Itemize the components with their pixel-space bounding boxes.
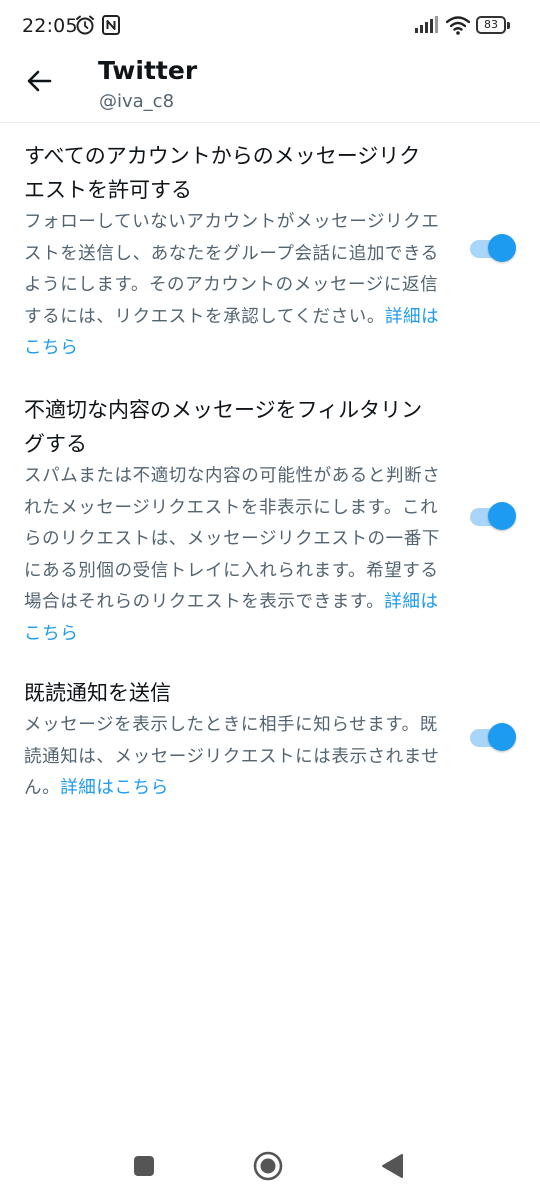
setting-description: スパムまたは不適切な内容の可能性があると判断されたメッセージリクエストを非表示に…: [24, 461, 442, 650]
setting-read-receipts: 既読通知を送信 メッセージを表示したときに相手に知らせます。既読通知は、メッセー…: [24, 676, 516, 805]
status-bar: 22:05 83: [0, 0, 540, 52]
battery-tip: [507, 22, 510, 29]
battery-icon: 83: [476, 16, 506, 34]
setting-allow-message-requests: すべてのアカウントからのメッセージリクエストを許可する フォローしていないアカウ…: [24, 139, 516, 365]
setting-description-text: スパムまたは不適切な内容の可能性があると判断されたメッセージリクエストを非表示に…: [24, 466, 441, 612]
setting-description: フォローしていないアカウントがメッセージリクエストを送信し、あなたをグループ会話…: [24, 207, 442, 365]
learn-more-link[interactable]: 詳細はこちら: [60, 778, 169, 798]
app-header: Twitter @iva_c8: [0, 52, 540, 122]
home-button[interactable]: [250, 1150, 286, 1186]
back-triangle-icon: [380, 1153, 404, 1183]
navigation-bar: [0, 1136, 540, 1200]
setting-description: メッセージを表示したときに相手に知らせます。既読通知は、メッセージリクエストには…: [24, 710, 442, 805]
header-divider: [0, 122, 540, 123]
setting-title: 不適切な内容のメッセージをフィルタリングする: [24, 398, 423, 456]
setting-description-text: フォローしていないアカウントがメッセージリクエストを送信し、あなたをグループ会話…: [24, 212, 440, 327]
setting-filter-low-quality: 不適切な内容のメッセージをフィルタリングする スパムまたは不適切な内容の可能性が…: [24, 393, 516, 650]
account-handle: @iva_c8: [99, 91, 175, 112]
toggle-thumb: [488, 502, 516, 530]
recent-apps-icon: [133, 1155, 155, 1181]
wifi-icon: [445, 15, 471, 39]
signal-icon: [414, 16, 438, 38]
toggle-thumb: [488, 234, 516, 262]
toggle-allow-message-requests[interactable]: [470, 234, 516, 264]
recent-apps-button[interactable]: [126, 1150, 162, 1186]
home-icon: [252, 1150, 284, 1186]
back-button[interactable]: [20, 64, 58, 102]
toggle-read-receipts[interactable]: [470, 723, 516, 753]
toggle-thumb: [488, 723, 516, 751]
setting-title: すべてのアカウントからのメッセージリクエストを許可する: [24, 144, 421, 202]
alarm-icon: [74, 14, 96, 40]
system-back-button[interactable]: [374, 1150, 410, 1186]
setting-title: 既読通知を送信: [24, 681, 171, 705]
nfc-icon: [101, 14, 121, 40]
page-title: Twitter: [98, 56, 198, 85]
toggle-filter-low-quality[interactable]: [470, 502, 516, 532]
arrow-left-icon: [26, 68, 52, 98]
status-time: 22:05: [22, 15, 78, 37]
